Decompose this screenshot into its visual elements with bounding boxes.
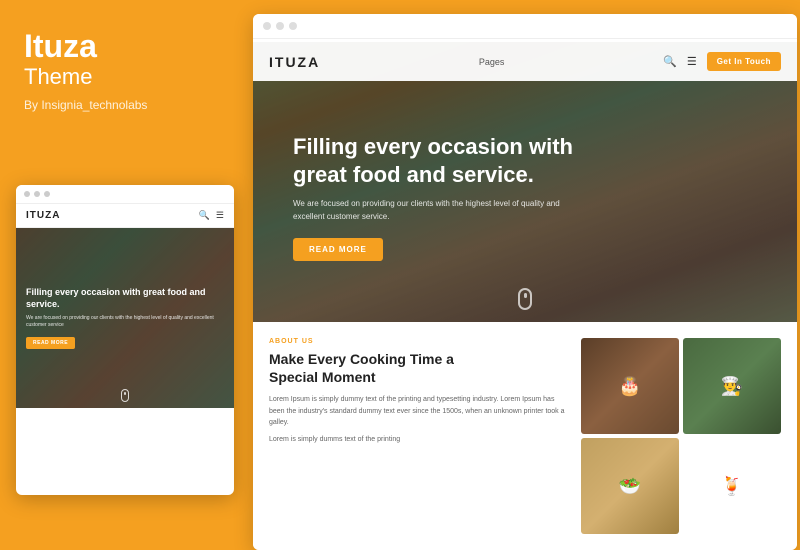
main-hero-cta-button[interactable]: READ MORE [293,238,383,261]
about-paragraph-1: Lorem Ipsum is simply dummy text of the … [269,394,569,428]
main-dot-2 [276,22,284,30]
about-paragraph-2: Lorem is simply dumms text of the printi… [269,434,569,445]
main-hero-subtitle: We are focused on providing our clients … [293,198,573,224]
main-dot-1 [263,22,271,30]
main-nav: ITUZA Pages 🔍 ☰ Get In Touch [253,42,797,81]
mini-hero: Filling every occasion with great food a… [16,228,234,408]
mini-scroll-dot [124,392,126,395]
nav-right: 🔍 ☰ Get In Touch [663,52,781,71]
scroll-dot [524,293,527,298]
about-title-line1: Make Every Cooking Time a [269,351,454,367]
left-panel: Ituza Theme By Insignia_technolabs ITUZA… [0,0,248,550]
food-plate-icon-1: 🎂 [581,338,679,434]
food-plate-icon-3: 🥗 [581,438,679,534]
mini-dot-1 [24,191,30,197]
food-image-1: 🎂 [581,338,679,434]
menu-icon: ☰ [216,210,224,221]
mini-dot-2 [34,191,40,197]
nav-pages-label[interactable]: Pages [479,57,505,67]
search-icon[interactable]: 🔍 [663,55,677,68]
brand-subtitle: Theme [24,64,224,90]
food-image-3: 🥗 [581,438,679,534]
mini-browser-mockup: ITUZA 🔍 ☰ Filling every occasion with gr… [16,185,234,495]
mini-browser-bar [16,185,234,204]
main-hero: Filling every occasion with great food a… [253,42,797,322]
mini-logo: ITUZA [26,210,60,221]
mini-hero-title: Filling every occasion with great food a… [26,287,224,310]
food-plate-icon-4: 🍹 [683,438,781,534]
main-browser-mockup: ITUZA Pages 🔍 ☰ Get In Touch Filling eve… [253,14,797,550]
mini-hero-cta[interactable]: READ MORE [26,337,75,349]
about-label: ABOUT US [269,338,569,345]
main-hero-title: Filling every occasion with great food a… [293,133,613,188]
about-title: Make Every Cooking Time a Special Moment [269,350,569,386]
brand-byline: By Insignia_technolabs [24,98,224,112]
food-image-4: 🍹 [683,438,781,534]
main-dot-3 [289,22,297,30]
mini-hero-subtitle: We are focused on providing our clients … [26,315,224,329]
about-title-line2: Special Moment [269,369,376,385]
get-in-touch-button[interactable]: Get In Touch [707,52,781,71]
mini-scroll-indicator [121,389,129,402]
food-image-2: 👨‍🍳 [683,338,781,434]
mini-nav-icons: 🔍 ☰ [199,210,224,221]
content-images-grid: 🎂 👨‍🍳 🥗 🍹 [581,338,781,534]
food-plate-icon-2: 👨‍🍳 [683,338,781,434]
main-content-section: ABOUT US Make Every Cooking Time a Speci… [253,322,797,550]
mini-dot-3 [44,191,50,197]
search-icon: 🔍 [199,210,210,221]
brand-title: Ituza [24,30,224,62]
scroll-indicator [518,288,532,310]
content-left: ABOUT US Make Every Cooking Time a Speci… [269,338,569,534]
mini-nav: ITUZA 🔍 ☰ [16,204,234,228]
main-logo: ITUZA [269,54,320,70]
menu-icon[interactable]: ☰ [687,55,697,68]
main-browser-bar [253,14,797,39]
